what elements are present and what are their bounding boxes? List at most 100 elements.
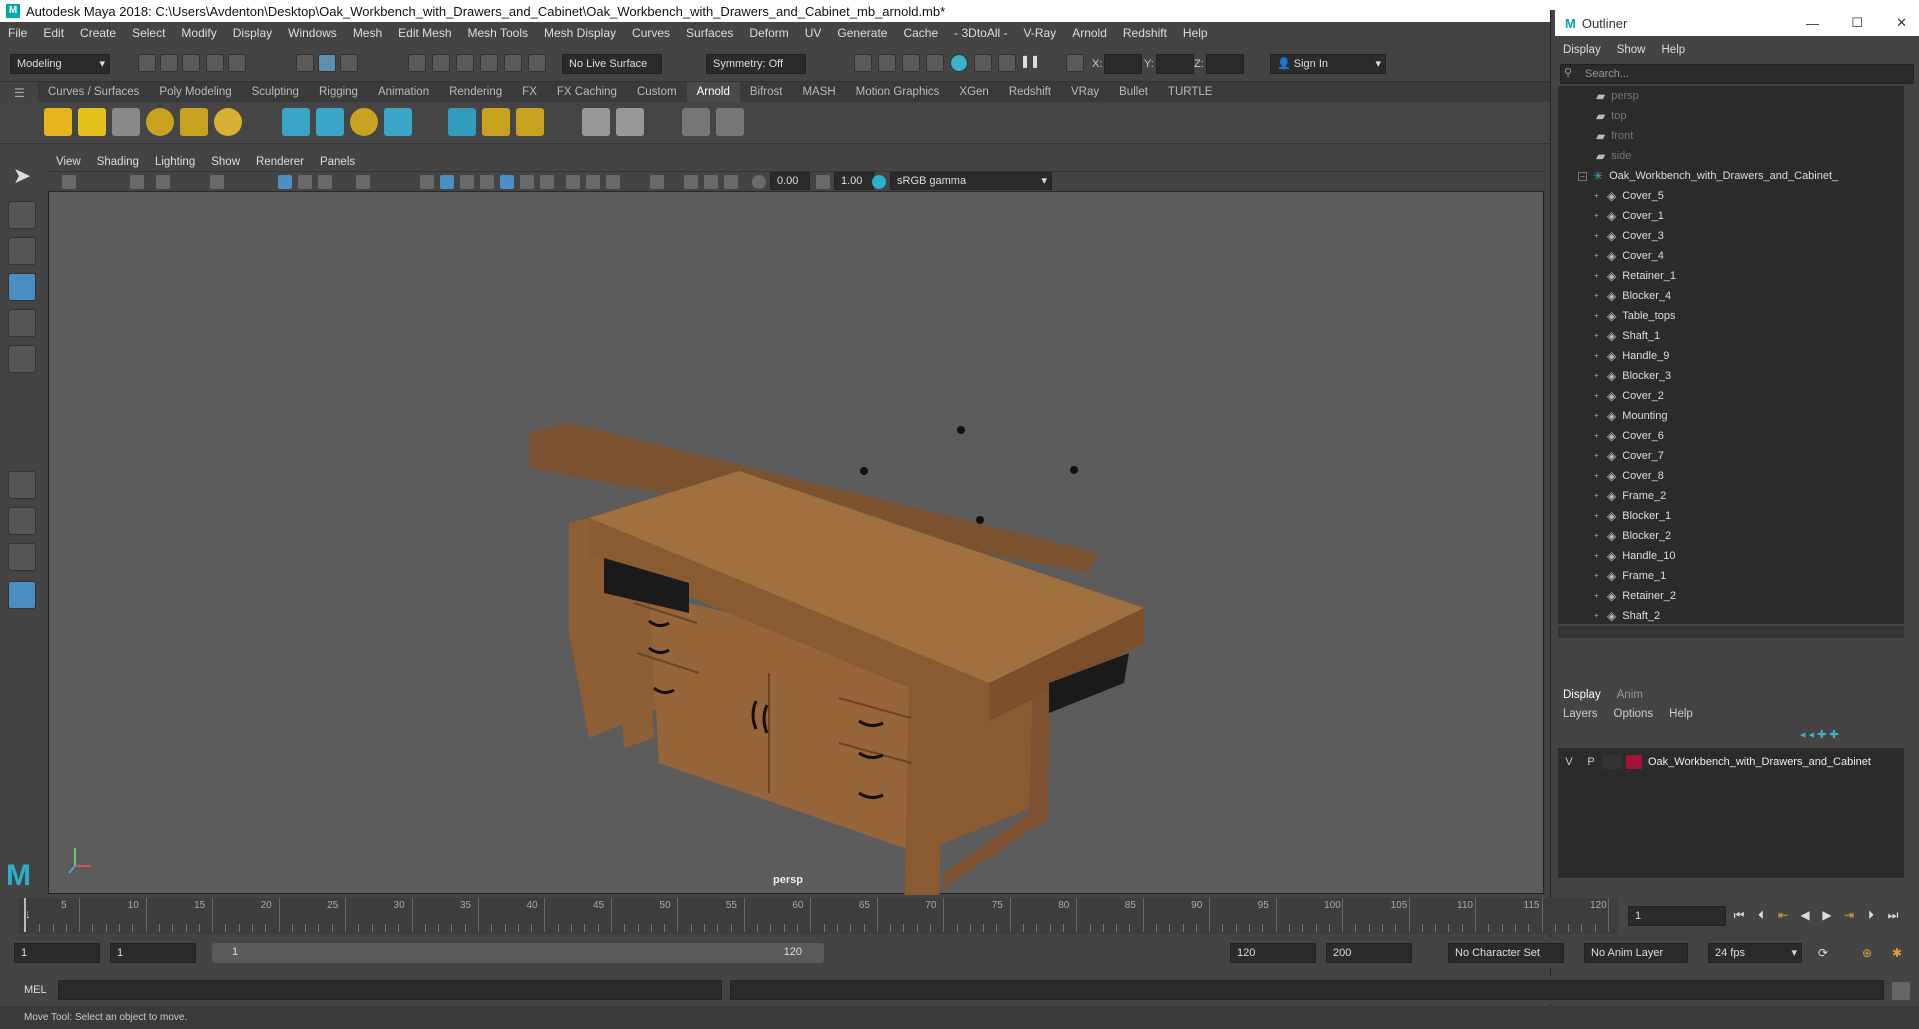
scene-end-field[interactable]: 200 [1326, 943, 1412, 963]
menu-arnold[interactable]: Arnold [1064, 22, 1115, 44]
outliner-mesh-item[interactable]: + ◈ Frame_2 [1558, 486, 1904, 506]
z-field[interactable] [1206, 54, 1244, 74]
light-manager-icon[interactable] [516, 108, 544, 136]
smooth-shade-icon[interactable] [440, 175, 454, 189]
viewport-menu-lighting[interactable]: Lighting [147, 152, 203, 172]
render-frame-icon[interactable] [878, 54, 896, 72]
shelf-tab-fx[interactable]: FX [512, 82, 547, 102]
shelf-tab-mash[interactable]: MASH [792, 82, 845, 102]
layer-menu-help[interactable]: Help [1661, 708, 1701, 720]
shelf-tab-fx-caching[interactable]: FX Caching [547, 82, 627, 102]
exposure-field[interactable]: 0.00 [770, 172, 810, 190]
redo-icon[interactable] [228, 54, 246, 72]
expand-icon[interactable]: + [1592, 431, 1601, 441]
script-editor-icon[interactable] [1892, 982, 1910, 1000]
outliner-mesh-item[interactable]: + ◈ Handle_9 [1558, 346, 1904, 366]
outliner-mesh-item[interactable]: + ◈ Frame_1 [1558, 566, 1904, 586]
outliner-camera-item[interactable]: ▰ top [1558, 106, 1904, 126]
layer-visibility-toggle[interactable]: V [1558, 756, 1580, 768]
snap-curve-icon[interactable] [432, 54, 450, 72]
expand-icon[interactable]: + [1592, 411, 1601, 421]
default-material-icon[interactable] [460, 175, 474, 189]
viewport-menu-shading[interactable]: Shading [89, 152, 147, 172]
light-portal-icon[interactable] [180, 108, 208, 136]
standin-icon[interactable] [282, 108, 310, 136]
outliner-mesh-item[interactable]: + ◈ Retainer_1 [1558, 266, 1904, 286]
outliner-mesh-item[interactable]: + ◈ Shaft_2 [1558, 606, 1904, 624]
menu-cache[interactable]: Cache [895, 22, 946, 44]
arnold-ipr-icon[interactable] [998, 54, 1016, 72]
menu-generate[interactable]: Generate [829, 22, 895, 44]
x-field[interactable] [1104, 54, 1142, 74]
snap-point-icon[interactable] [456, 54, 474, 72]
use-all-lights-icon[interactable] [520, 175, 534, 189]
shelf-tab-bullet[interactable]: Bullet [1109, 82, 1158, 102]
outliner-mesh-item[interactable]: + ◈ Cover_7 [1558, 446, 1904, 466]
live-surface-field[interactable]: No Live Surface [562, 54, 662, 74]
camera-attributes-icon[interactable] [130, 175, 144, 189]
flush-textures-icon[interactable] [448, 108, 476, 136]
menu-v-ray[interactable]: V-Ray [1016, 22, 1065, 44]
expand-icon[interactable]: + [1592, 611, 1601, 621]
outliner-mesh-item[interactable]: + ◈ Cover_3 [1558, 226, 1904, 246]
collapse-icon[interactable]: − [1578, 171, 1587, 181]
motion-blur-icon[interactable] [586, 175, 600, 189]
xray-joints-icon[interactable] [704, 175, 718, 189]
expand-icon[interactable]: + [1592, 491, 1601, 501]
select-component-icon[interactable] [340, 54, 358, 72]
select-object-icon[interactable] [318, 54, 336, 72]
rotate-tool-icon[interactable] [8, 309, 36, 337]
outliner-mesh-item[interactable]: + ◈ Cover_6 [1558, 426, 1904, 446]
menu-modify[interactable]: Modify [173, 22, 224, 44]
film-gate-icon[interactable] [298, 175, 312, 189]
viewport-menu-view[interactable]: View [48, 152, 89, 172]
menu-help[interactable]: Help [1175, 22, 1216, 44]
anim-preferences-icon[interactable]: ✱ [1892, 946, 1902, 960]
render-view-eye-icon[interactable] [682, 108, 710, 136]
ipr-render-icon[interactable] [902, 54, 920, 72]
expand-icon[interactable]: + [1592, 291, 1601, 301]
shelf-tab-redshift[interactable]: Redshift [999, 82, 1061, 102]
expand-icon[interactable]: + [1592, 531, 1601, 541]
expand-icon[interactable]: + [1592, 591, 1601, 601]
shelf-tab-rendering[interactable]: Rendering [439, 82, 512, 102]
wireframe-icon[interactable] [420, 175, 434, 189]
exposure-icon[interactable] [752, 175, 766, 189]
loop-icon[interactable]: ⟳ [1818, 946, 1828, 960]
menu-select[interactable]: Select [124, 22, 173, 44]
viewport-menu-panels[interactable]: Panels [312, 152, 363, 172]
sign-in-button[interactable]: 👤 Sign In ▾ [1270, 54, 1386, 74]
gamma-field[interactable]: 1.00 [834, 172, 874, 190]
pause-icon[interactable]: ❚❚ [1020, 54, 1040, 72]
menu-edit-mesh[interactable]: Edit Mesh [390, 22, 459, 44]
shadows-icon[interactable] [540, 175, 554, 189]
gamma-icon[interactable] [816, 175, 830, 189]
symmetry-dropdown[interactable]: Symmetry: Off [706, 54, 806, 74]
curve-collector-icon[interactable] [350, 108, 378, 136]
shelf-tab-sculpting[interactable]: Sculpting [242, 82, 309, 102]
scene-start-field[interactable]: 1 [14, 943, 100, 963]
shelf-menu-icon[interactable]: ☰ [14, 86, 25, 100]
area-light-icon[interactable] [44, 108, 72, 136]
outliner-mesh-item[interactable]: + ◈ Mounting [1558, 406, 1904, 426]
outliner-mesh-item[interactable]: + ◈ Retainer_2 [1558, 586, 1904, 606]
shelf-tab-bifrost[interactable]: Bifrost [740, 82, 793, 102]
color-space-dropdown[interactable]: sRGB gamma ▾ [890, 172, 1052, 190]
fps-dropdown[interactable]: 24 fps ▾ [1708, 943, 1802, 963]
outliner-search-input[interactable]: Search... [1560, 64, 1914, 84]
outliner-layout-icon[interactable] [8, 581, 36, 609]
outliner-mesh-item[interactable]: + ◈ Cover_1 [1558, 206, 1904, 226]
time-slider[interactable]: 5 10 15 20 25 30 35 40 45 50 55 60 65 70 75 80 85 90 95 100… [18, 898, 1618, 934]
xray-icon[interactable] [684, 175, 698, 189]
menu-mesh-tools[interactable]: Mesh Tools [460, 22, 536, 44]
photometric-light-icon[interactable] [112, 108, 140, 136]
undo-icon[interactable] [206, 54, 224, 72]
menu-create[interactable]: Create [72, 22, 124, 44]
expand-icon[interactable]: + [1592, 471, 1601, 481]
outliner-menu-help[interactable]: Help [1654, 40, 1694, 60]
isolate-select-icon[interactable] [650, 175, 664, 189]
expand-icon[interactable]: + [1592, 211, 1601, 221]
viewport-menu-show[interactable]: Show [203, 152, 248, 172]
go-to-end-icon[interactable]: ⏭ [1886, 908, 1900, 922]
outliner-horizontal-scrollbar[interactable] [1558, 626, 1904, 638]
